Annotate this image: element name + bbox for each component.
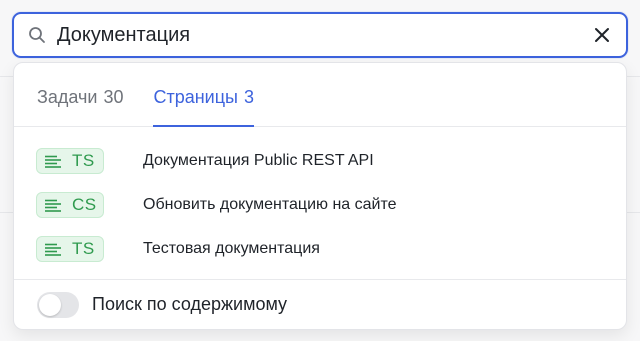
list-item[interactable]: TS Тестовая документация: [14, 227, 626, 271]
project-badge: CS: [36, 192, 104, 218]
search-icon: [27, 25, 47, 45]
search-results-dropdown: Задачи 30 Страницы 3 TS Документация Publi…: [13, 62, 627, 330]
project-code: TS: [72, 151, 95, 170]
result-title: Обновить документацию на сайте: [143, 196, 397, 213]
search-input[interactable]: [57, 15, 591, 55]
document-lines-icon: [44, 154, 64, 168]
toggle-knob: [39, 293, 61, 316]
content-search-toggle[interactable]: [37, 291, 79, 318]
tab-tasks[interactable]: Задачи 30: [37, 87, 123, 126]
project-badge: TS: [36, 236, 104, 262]
results-list: TS Документация Public REST API CS Обнов…: [14, 127, 626, 271]
tabs-bar: Задачи 30 Страницы 3: [14, 63, 626, 127]
result-title: Документация Public REST API: [143, 152, 374, 169]
result-title: Тестовая документация: [143, 240, 320, 257]
tab-count: 30: [103, 87, 124, 107]
close-icon[interactable]: [591, 24, 613, 46]
document-lines-icon: [44, 198, 64, 212]
list-item[interactable]: CS Обновить документацию на сайте: [14, 183, 626, 227]
project-code: CS: [72, 195, 97, 214]
tab-label: Задачи: [37, 87, 98, 107]
tab-count: 3: [243, 87, 254, 107]
project-badge: TS: [36, 148, 104, 174]
search-footer: Поиск по содержимому: [14, 279, 626, 329]
list-item[interactable]: TS Документация Public REST API: [14, 139, 626, 183]
toggle-label: Поиск по содержимому: [92, 294, 288, 314]
project-code: TS: [72, 239, 95, 258]
tab-pages[interactable]: Страницы 3: [153, 87, 254, 127]
tab-label: Страницы: [153, 87, 238, 107]
search-bar: [12, 12, 628, 58]
document-lines-icon: [44, 242, 64, 256]
